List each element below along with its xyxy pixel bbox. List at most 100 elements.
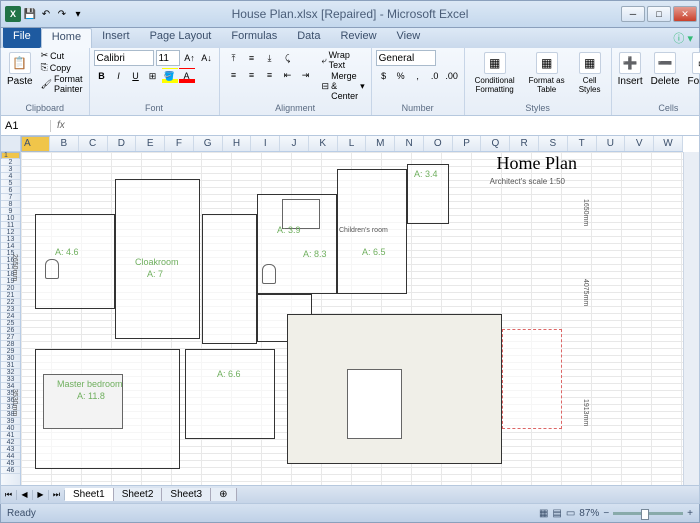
view-normal-icon[interactable]: ▦ xyxy=(539,508,548,519)
fill-color-button[interactable]: 🪣 xyxy=(162,68,178,84)
sheet-nav-last-icon[interactable]: ⏭ xyxy=(49,490,65,500)
tab-page-layout[interactable]: Page Layout xyxy=(140,28,222,48)
fx-icon[interactable]: fx xyxy=(51,120,71,131)
tab-view[interactable]: View xyxy=(387,28,431,48)
copy-button[interactable]: ⎘ Copy xyxy=(39,62,85,73)
insert-button[interactable]: ➕Insert xyxy=(616,50,645,89)
room-a65: A: 6.5 xyxy=(362,247,386,257)
tab-file[interactable]: File xyxy=(3,28,41,48)
vertical-scrollbar[interactable] xyxy=(683,152,699,485)
indent-inc-icon[interactable]: ⇥ xyxy=(298,67,314,83)
sheet-nav-prev-icon[interactable]: ◀ xyxy=(17,490,33,500)
dim-3: 1650mm xyxy=(582,199,589,226)
sheet-nav-next-icon[interactable]: ▶ xyxy=(33,490,49,500)
dim-4: 4075mm xyxy=(582,279,589,306)
undo-icon[interactable]: ↶ xyxy=(39,7,53,21)
status-text: Ready xyxy=(7,508,36,519)
group-cells: ➕Insert ➖Delete ▭Format Cells xyxy=(612,48,700,115)
zoom-level[interactable]: 87% xyxy=(579,508,599,519)
save-icon[interactable]: 💾 xyxy=(23,7,37,21)
room-child: Children's room xyxy=(339,227,388,234)
tab-review[interactable]: Review xyxy=(330,28,386,48)
font-name-select[interactable]: Calibri xyxy=(94,50,154,66)
excel-icon: X xyxy=(5,6,21,22)
font-color-button[interactable]: A xyxy=(179,68,195,84)
tab-insert[interactable]: Insert xyxy=(92,28,140,48)
room-a7: A: 7 xyxy=(147,269,163,279)
orientation-icon[interactable]: ⤹ xyxy=(280,50,296,66)
room-a66: A: 6.6 xyxy=(217,369,241,379)
bold-button[interactable]: B xyxy=(94,68,110,84)
ribbon: 📋Paste ✂ Cut ⎘ Copy 🖌 Format Painter Cli… xyxy=(0,48,700,116)
new-sheet-button[interactable]: ⊕ xyxy=(211,488,236,501)
room-a39: A: 3.9 xyxy=(277,225,301,235)
merge-center-button[interactable]: ⊟ Merge & Center ▾ xyxy=(320,71,367,101)
indent-dec-icon[interactable]: ⇤ xyxy=(280,67,296,83)
help-icon[interactable]: ⓘ ▾ xyxy=(667,28,699,48)
paste-button[interactable]: 📋Paste xyxy=(5,50,35,89)
comma-icon[interactable]: , xyxy=(410,68,426,84)
decrease-font-icon[interactable]: A↓ xyxy=(199,50,215,66)
font-size-select[interactable]: 11 xyxy=(156,50,180,66)
worksheet-area[interactable]: ABCDEFGHIJKLMNOPQRSTUVW 1234567891011121… xyxy=(0,136,700,486)
align-center-icon[interactable]: ≡ xyxy=(244,67,260,83)
align-mid-icon[interactable]: ≡ xyxy=(244,50,260,66)
align-left-icon[interactable]: ≡ xyxy=(226,67,242,83)
conditional-formatting-button[interactable]: ▦Conditional Formatting xyxy=(469,50,521,96)
sheet-nav-first-icon[interactable]: ⏮ xyxy=(1,490,17,500)
qat-dropdown-icon[interactable]: ▾ xyxy=(71,7,85,21)
sheet-tab-1[interactable]: Sheet1 xyxy=(65,488,114,501)
format-painter-button[interactable]: 🖌 Format Painter xyxy=(39,74,85,94)
room-master: Master bedroom xyxy=(57,379,123,389)
align-top-icon[interactable]: ⤒ xyxy=(226,50,242,66)
zoom-slider[interactable] xyxy=(613,512,683,515)
minimize-button[interactable]: ─ xyxy=(621,6,645,22)
plan-scale: Architect's scale 1:50 xyxy=(490,177,565,186)
underline-button[interactable]: U xyxy=(128,68,144,84)
floorplan-image: Home Plan Architect's scale 1:50 A: 3.4 … xyxy=(7,139,607,479)
group-alignment: ⤒≡⤓⤹ ≡≡≡⇤⇥ ⤶ Wrap Text ⊟ Merge & Center … xyxy=(220,48,372,115)
redo-icon[interactable]: ↷ xyxy=(55,7,69,21)
currency-icon[interactable]: $ xyxy=(376,68,392,84)
title-bar: X 💾 ↶ ↷ ▾ House Plan.xlsx [Repaired] - M… xyxy=(0,0,700,28)
ribbon-tabs: File Home Insert Page Layout Formulas Da… xyxy=(0,28,700,48)
increase-font-icon[interactable]: A↑ xyxy=(182,50,198,66)
dim-2: 3530mm xyxy=(11,389,18,416)
inc-decimal-icon[interactable]: .0 xyxy=(427,68,443,84)
maximize-button[interactable]: □ xyxy=(647,6,671,22)
sheet-tab-2[interactable]: Sheet2 xyxy=(114,488,163,501)
group-font: Calibri 11 A↑A↓ B I U ⊞ 🪣 A Font xyxy=(90,48,220,115)
cell-styles-button[interactable]: ▦Cell Styles xyxy=(573,50,607,96)
zoom-out-button[interactable]: − xyxy=(603,508,609,519)
dim-1: 2650mm xyxy=(11,254,18,281)
format-button[interactable]: ▭Format xyxy=(686,50,700,89)
delete-button[interactable]: ➖Delete xyxy=(649,50,682,89)
view-break-icon[interactable]: ▭ xyxy=(566,508,575,519)
dec-decimal-icon[interactable]: .00 xyxy=(444,68,460,84)
align-bot-icon[interactable]: ⤓ xyxy=(262,50,278,66)
sheet-tab-3[interactable]: Sheet3 xyxy=(162,488,211,501)
window-title: House Plan.xlsx [Repaired] - Microsoft E… xyxy=(232,7,469,21)
group-number: General $%,.0.00 Number xyxy=(372,48,465,115)
close-button[interactable]: ✕ xyxy=(673,6,697,22)
align-right-icon[interactable]: ≡ xyxy=(262,67,278,83)
percent-icon[interactable]: % xyxy=(393,68,409,84)
name-box[interactable]: A1 xyxy=(1,120,51,132)
group-clipboard: 📋Paste ✂ Cut ⎘ Copy 🖌 Format Painter Cli… xyxy=(1,48,90,115)
sheet-tab-bar: ⏮ ◀ ▶ ⏭ Sheet1 Sheet2 Sheet3 ⊕ xyxy=(0,486,700,504)
number-format-select[interactable]: General xyxy=(376,50,436,66)
view-layout-icon[interactable]: ▤ xyxy=(552,508,561,519)
border-button[interactable]: ⊞ xyxy=(145,68,161,84)
cut-button[interactable]: ✂ Cut xyxy=(39,50,85,61)
format-as-table-button[interactable]: ▦Format as Table xyxy=(525,50,569,96)
dim-5: 1913mm xyxy=(582,399,589,426)
tab-home[interactable]: Home xyxy=(41,28,92,48)
italic-button[interactable]: I xyxy=(111,68,127,84)
tab-data[interactable]: Data xyxy=(287,28,330,48)
quick-access-toolbar: X 💾 ↶ ↷ ▾ xyxy=(1,6,89,22)
formula-bar: A1 fx xyxy=(0,116,700,136)
zoom-in-button[interactable]: + xyxy=(687,508,693,519)
wrap-text-button[interactable]: ⤶ Wrap Text xyxy=(320,50,367,70)
status-bar: Ready ▦ ▤ ▭ 87% − + xyxy=(0,504,700,523)
tab-formulas[interactable]: Formulas xyxy=(221,28,287,48)
